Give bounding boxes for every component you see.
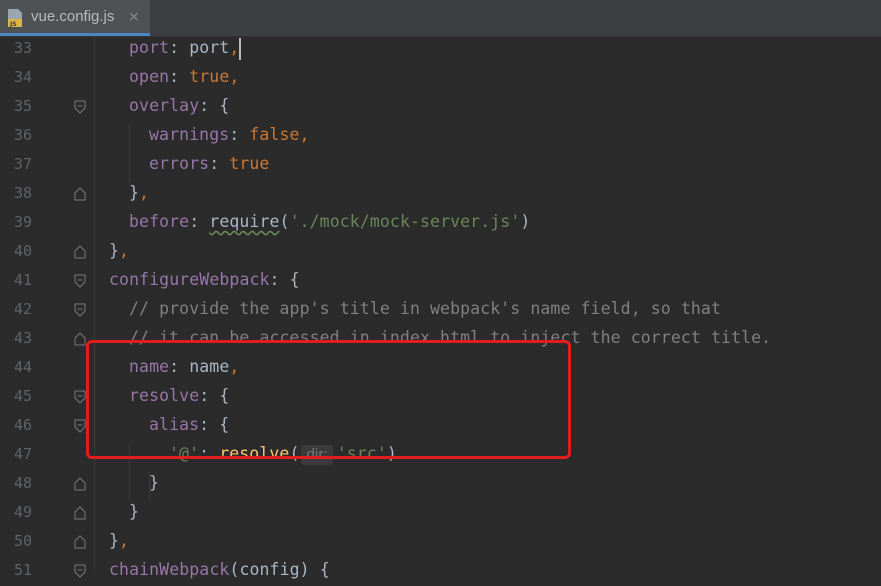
fold-open-icon[interactable] [74,390,86,404]
line-number: 42 [14,300,33,318]
line-number: 40 [14,242,33,260]
line-number: 41 [14,271,33,289]
code-line: 38 }, [0,180,881,209]
code-line: 37 errors: true [0,151,881,180]
line-number: 44 [14,358,33,376]
line-number: 35 [14,97,33,115]
fold-close-icon[interactable] [74,535,86,549]
tab-label: vue.config.js [31,8,115,25]
code-line: 36 warnings: false, [0,122,881,151]
line-number: 36 [14,126,33,144]
fold-open-icon[interactable] [74,274,86,288]
editor-tab-bar: JS vue.config.js × [0,0,881,37]
svg-text:JS: JS [9,21,17,27]
fold-open-icon[interactable] [74,303,86,317]
line-number: 46 [14,416,33,434]
code-text: open: true, [129,67,240,86]
fold-close-icon[interactable] [74,187,86,201]
code-text: port: port, [129,38,240,57]
code-text: errors: true [149,154,270,173]
code-text: }, [109,241,130,260]
code-line: 41 configureWebpack: { [0,267,881,296]
fold-close-icon[interactable] [74,245,86,259]
line-number: 43 [14,329,33,347]
code-line: 49 } [0,499,881,528]
code-text: warnings: false, [149,125,310,144]
code-comment: // provide the app's title in webpack's … [129,299,721,318]
code-editor[interactable]: 33 port: port, 34 open: true, 35 overlay… [0,35,881,579]
code-line: 39 before: require('./mock/mock-server.j… [0,209,881,238]
fold-open-icon[interactable] [74,564,86,578]
code-text: }, [129,183,150,202]
code-line: 50 }, [0,528,881,557]
code-text: chainWebpack(config) { [109,560,330,579]
code-text: } [129,502,140,521]
line-number: 50 [14,532,33,550]
fold-open-icon[interactable] [74,100,86,114]
code-line: 48 } [0,470,881,499]
fold-close-icon[interactable] [74,332,86,346]
code-text: overlay: { [129,96,230,115]
annotation-highlight-box [86,340,571,459]
code-text: }, [109,531,130,550]
fold-close-icon[interactable] [74,477,86,491]
line-number: 39 [14,213,33,231]
code-line: 40 }, [0,238,881,267]
line-number: 47 [14,445,33,463]
line-number: 38 [14,184,33,202]
code-line: 51 chainWebpack(config) { [0,557,881,586]
code-line: 42 // provide the app's title in webpack… [0,296,881,325]
line-number: 45 [14,387,33,405]
code-line: 35 overlay: { [0,93,881,122]
line-number: 37 [14,155,33,173]
line-number: 51 [14,561,33,579]
line-number: 33 [14,39,33,57]
text-caret [239,38,241,60]
tab-vue-config[interactable]: JS vue.config.js × [0,0,150,36]
line-number: 34 [14,68,33,86]
line-number: 48 [14,474,33,492]
code-line: 33 port: port, [0,35,881,64]
fold-close-icon[interactable] [74,506,86,520]
code-text: configureWebpack: { [109,270,300,289]
code-line: 34 open: true, [0,64,881,93]
line-number: 49 [14,503,33,521]
fold-open-icon[interactable] [74,419,86,433]
code-text: before: require('./mock/mock-server.js') [129,212,531,231]
close-icon[interactable]: × [128,9,140,25]
code-text: } [149,473,160,492]
js-file-icon: JS [8,9,22,27]
